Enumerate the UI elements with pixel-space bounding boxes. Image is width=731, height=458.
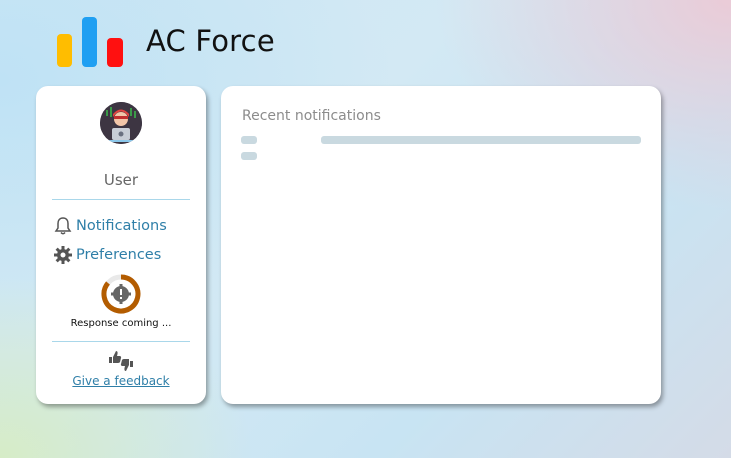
panel-title: Recent notifications bbox=[242, 108, 381, 124]
logo-bar-blue bbox=[82, 17, 97, 67]
nav-notifications-label: Notifications bbox=[76, 218, 167, 234]
app-logo bbox=[57, 17, 125, 67]
sidebar-card: User Notifications Preferences Response … bbox=[36, 86, 206, 404]
gear-icon bbox=[53, 245, 73, 265]
give-feedback-link[interactable]: Give a feedback bbox=[36, 374, 206, 388]
loading-placeholder bbox=[241, 152, 257, 160]
status-text: Response coming ... bbox=[70, 318, 172, 329]
divider bbox=[52, 341, 190, 342]
nav-notifications[interactable]: Notifications bbox=[53, 216, 167, 236]
loading-placeholder bbox=[321, 136, 641, 144]
user-avatar bbox=[100, 102, 142, 144]
app-title: AC Force bbox=[146, 24, 275, 58]
nav-preferences[interactable]: Preferences bbox=[53, 245, 161, 265]
nav-preferences-label: Preferences bbox=[76, 247, 162, 263]
user-name: User bbox=[103, 171, 139, 189]
loading-placeholder bbox=[241, 136, 257, 144]
bell-icon bbox=[53, 216, 73, 236]
notifications-panel: Recent notifications bbox=[221, 86, 661, 404]
thumbs-up-down-icon bbox=[107, 348, 135, 372]
divider bbox=[52, 199, 190, 200]
logo-bar-yellow bbox=[57, 34, 72, 67]
response-progress bbox=[100, 273, 142, 315]
logo-bar-red bbox=[107, 38, 123, 67]
